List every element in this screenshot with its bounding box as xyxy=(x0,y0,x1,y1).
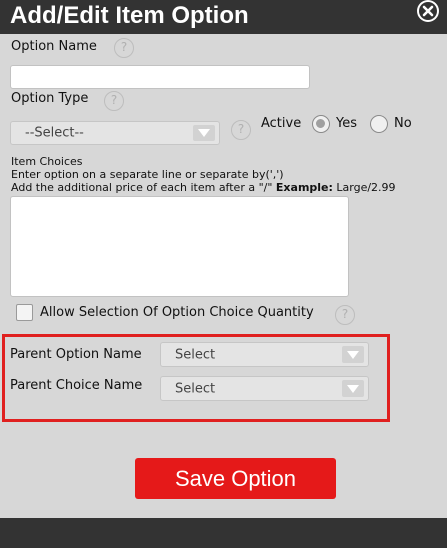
option-type-label: Option Type xyxy=(11,91,89,106)
active-yes-label: Yes xyxy=(336,116,357,131)
allow-quantity-checkbox[interactable] xyxy=(16,304,33,321)
save-option-button[interactable]: Save Option xyxy=(135,458,336,499)
active-label: Active xyxy=(261,116,302,131)
option-type-selected: --Select-- xyxy=(25,125,84,141)
item-choices-textarea[interactable] xyxy=(10,196,349,297)
parent-option-select[interactable]: Select xyxy=(160,342,369,367)
active-yes-radio[interactable] xyxy=(312,115,330,133)
item-choices-price-hint: Add the additional price of each item af… xyxy=(11,181,396,194)
active-no-label: No xyxy=(394,116,412,131)
item-choices-hint: Enter option on a separate line or separ… xyxy=(11,168,284,181)
item-choices-label: Item Choices xyxy=(11,155,83,168)
option-type-select-help-icon[interactable]: ? xyxy=(231,120,251,140)
parent-choice-select[interactable]: Select xyxy=(160,376,369,401)
dialog-title: Add/Edit Item Option xyxy=(10,2,249,29)
active-no-radio[interactable] xyxy=(370,115,388,133)
chevron-down-icon xyxy=(342,380,364,397)
close-icon[interactable] xyxy=(417,0,439,22)
option-name-input[interactable] xyxy=(10,65,310,89)
option-name-help-icon[interactable]: ? xyxy=(114,38,134,58)
parent-choice-selected: Select xyxy=(175,381,216,396)
dialog-footer xyxy=(0,518,447,548)
chevron-down-icon xyxy=(342,346,364,363)
parent-option-selected: Select xyxy=(175,347,216,362)
allow-quantity-help-icon[interactable]: ? xyxy=(335,305,355,325)
allow-quantity-label: Allow Selection Of Option Choice Quantit… xyxy=(40,305,314,320)
option-type-help-icon[interactable]: ? xyxy=(104,91,124,111)
dialog-title-bar: Add/Edit Item Option xyxy=(0,0,447,34)
option-name-label: Option Name xyxy=(11,39,97,54)
parent-choice-label: Parent Choice Name xyxy=(10,378,143,393)
parent-option-label: Parent Option Name xyxy=(10,347,142,362)
option-type-select[interactable]: --Select-- xyxy=(10,121,220,145)
chevron-down-icon xyxy=(193,125,215,141)
